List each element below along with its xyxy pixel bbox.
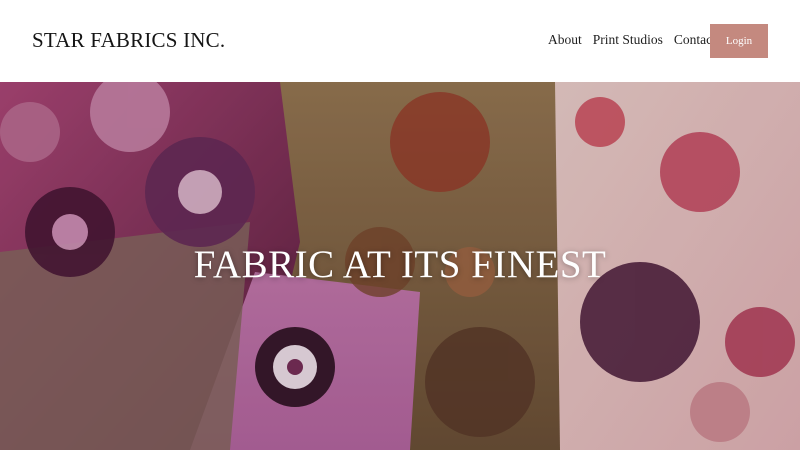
- brand-logo[interactable]: STAR FABRICS INC.: [32, 28, 225, 53]
- site-header: STAR FABRICS INC. About Print Studios Co…: [0, 0, 800, 82]
- hero-banner: FABRIC AT ITS FINEST: [0, 82, 800, 450]
- nav-link-about[interactable]: About: [548, 32, 582, 48]
- login-button[interactable]: Login: [710, 24, 768, 58]
- main-nav: About Print Studios Contact: [548, 32, 716, 48]
- nav-link-print-studios[interactable]: Print Studios: [593, 32, 663, 48]
- hero-title: FABRIC AT ITS FINEST: [193, 243, 607, 286]
